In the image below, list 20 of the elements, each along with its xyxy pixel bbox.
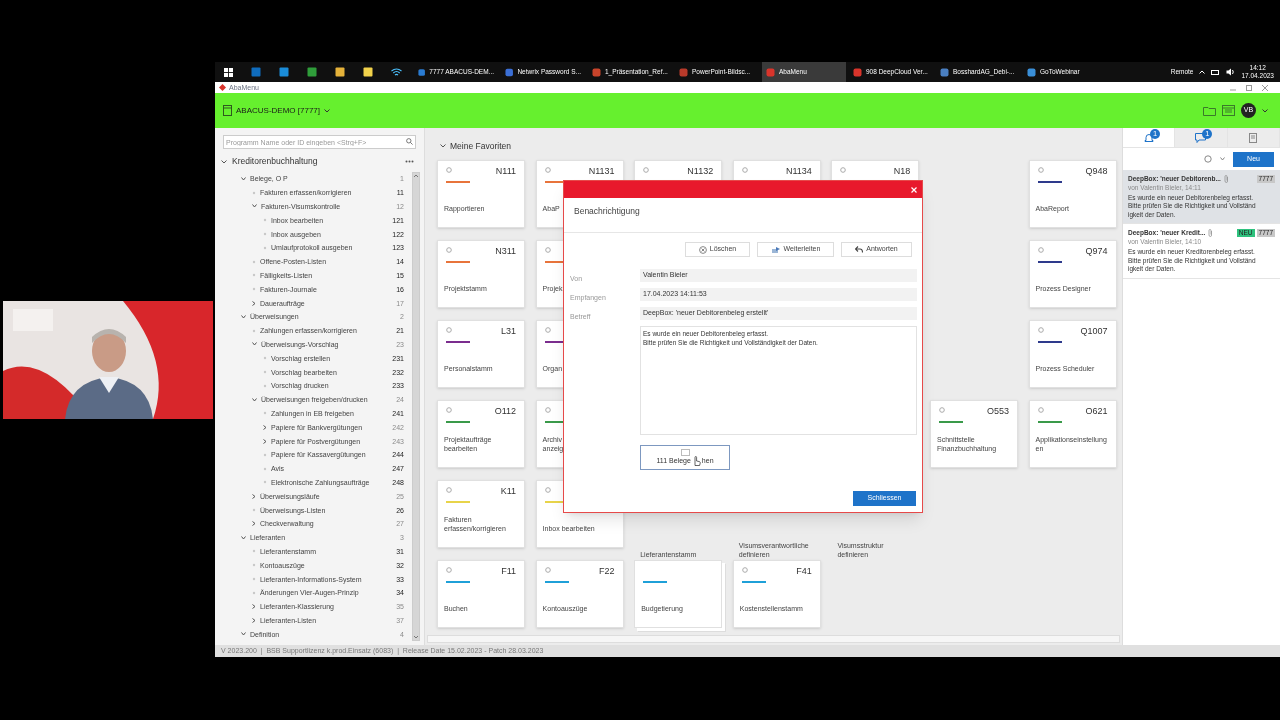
tile-code: N1131: [588, 167, 615, 176]
tile-code: K11: [500, 487, 516, 496]
section-title: Meine Favoriten: [450, 139, 511, 153]
tile-code: N1134: [785, 167, 812, 176]
section-title: Kreditorenbuchhaltung: [232, 155, 318, 168]
tile-code: Q948: [1085, 167, 1108, 176]
tile-code: O553: [986, 407, 1009, 416]
tile-code: F22: [599, 567, 615, 576]
tile-code: F11: [501, 567, 516, 576]
tile-code: Q974: [1085, 247, 1108, 256]
tile-code: F41: [796, 567, 812, 576]
tile-code: O112: [494, 407, 516, 416]
dialog-title: Benachrichtigung: [564, 198, 922, 233]
tile-code: N111: [495, 167, 516, 176]
tile-code: Q1007: [1080, 327, 1108, 336]
tile-code: N311: [495, 247, 516, 256]
tile-code: L31: [500, 327, 516, 336]
tile-code: N18: [893, 167, 911, 176]
tile-code: N1132: [687, 167, 714, 176]
tile-code: O621: [1085, 407, 1108, 416]
